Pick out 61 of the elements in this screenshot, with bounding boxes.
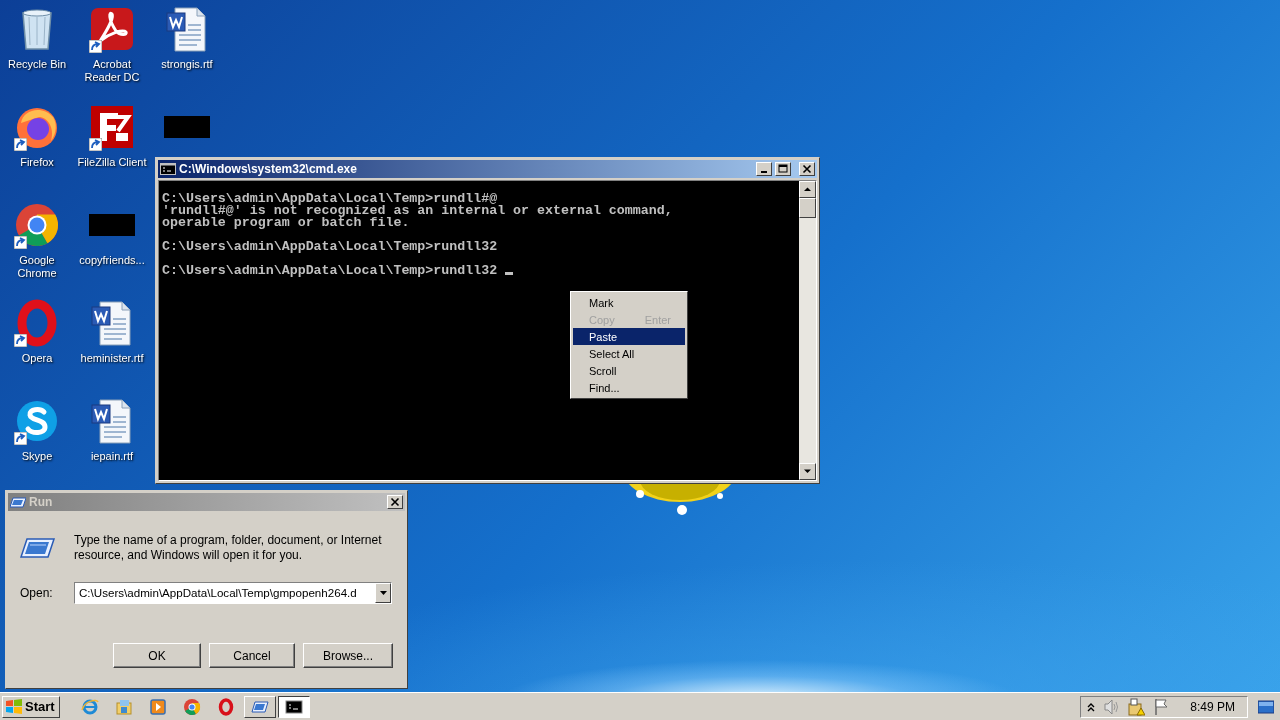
windows-flag-icon: [5, 698, 23, 715]
flag-icon[interactable]: [1153, 697, 1169, 716]
console-line: C:\Users\admin\AppData\Local\Temp>rundll32: [162, 263, 499, 278]
close-button[interactable]: [799, 162, 815, 176]
window-title: Run: [29, 495, 54, 509]
network-warning-icon[interactable]: [1127, 697, 1146, 716]
show-hidden-icons-button[interactable]: [1087, 701, 1096, 712]
taskbar-button[interactable]: [277, 695, 310, 718]
chrome-icon: [182, 697, 201, 716]
volume-icon[interactable]: [1103, 697, 1120, 716]
console-icon: [160, 162, 176, 176]
scroll-up-button[interactable]: [799, 181, 816, 198]
icon-label[interactable]: Firefox: [0, 156, 74, 169]
icon-label[interactable]: Recycle Bin: [0, 58, 74, 71]
opera-icon: [216, 697, 235, 716]
console-line: C:\Users\admin\AppData\Local\Temp>rundll#@: [162, 191, 498, 206]
close-icon: [802, 164, 812, 174]
maximize-button[interactable]: [775, 162, 791, 176]
maximize-icon: [778, 164, 788, 174]
media-player-icon: [148, 697, 167, 716]
icon-label[interactable]: iepain.rtf: [75, 450, 149, 463]
start-button[interactable]: Start: [2, 695, 60, 718]
icon-label[interactable]: Skype: [0, 450, 74, 463]
menu-item[interactable]: Paste: [573, 328, 685, 345]
pdf-file-icon[interactable]: [88, 5, 136, 53]
icon-label[interactable]: Google Chrome: [0, 254, 74, 280]
menu-item[interactable]: Scroll: [573, 362, 685, 379]
open-label: Open:: [20, 586, 54, 600]
filezilla-icon[interactable]: [88, 103, 136, 151]
close-button[interactable]: [387, 495, 403, 509]
minimize-icon: [761, 171, 767, 173]
up-arrow-icon: [804, 187, 811, 192]
icon-label[interactable]: strongis.rtf: [150, 58, 224, 71]
scroll-down-button[interactable]: [799, 463, 816, 480]
scroll-thumb[interactable]: [799, 198, 816, 218]
clock[interactable]: 8:49 PM: [1190, 699, 1235, 714]
run-icon: [10, 495, 26, 509]
minimize-button[interactable]: [756, 162, 772, 176]
menu-item[interactable]: Mark: [573, 294, 685, 311]
icon-label[interactable]: copyfriends...: [75, 254, 149, 267]
scrollbar[interactable]: [799, 181, 816, 480]
close-icon: [390, 497, 400, 507]
text-cursor: [505, 272, 514, 275]
menu-item[interactable]: Find...: [573, 379, 685, 396]
icon-label[interactable]: Acrobat Reader DC: [75, 58, 149, 84]
icon-label[interactable]: heminister.rtf: [75, 352, 149, 365]
browser-icon: [80, 697, 99, 716]
dialog-button[interactable]: Cancel: [209, 643, 295, 668]
chrome-icon[interactable]: [13, 201, 61, 249]
console-icon: [284, 697, 303, 716]
prompt-text: Type the name of a program, folder, document, or Internet resource, and Windows will open it for you.: [74, 533, 383, 563]
icon-label[interactable]: FileZilla Client: [75, 156, 149, 169]
dialog-button[interactable]: OK: [113, 643, 201, 668]
menu-item[interactable]: Select All: [573, 345, 685, 362]
dialog-button[interactable]: Browse...: [303, 643, 393, 668]
icon-label[interactable]: Opera: [0, 352, 74, 365]
down-arrow-icon: [804, 469, 811, 474]
console-line: C:\Users\admin\AppData\Local\Temp>rundll32: [162, 239, 498, 254]
show-desktop-button[interactable]: [1258, 698, 1274, 715]
folder-icon: [114, 697, 133, 716]
window-title: C:\Windows\system32\cmd.exe: [179, 162, 358, 176]
